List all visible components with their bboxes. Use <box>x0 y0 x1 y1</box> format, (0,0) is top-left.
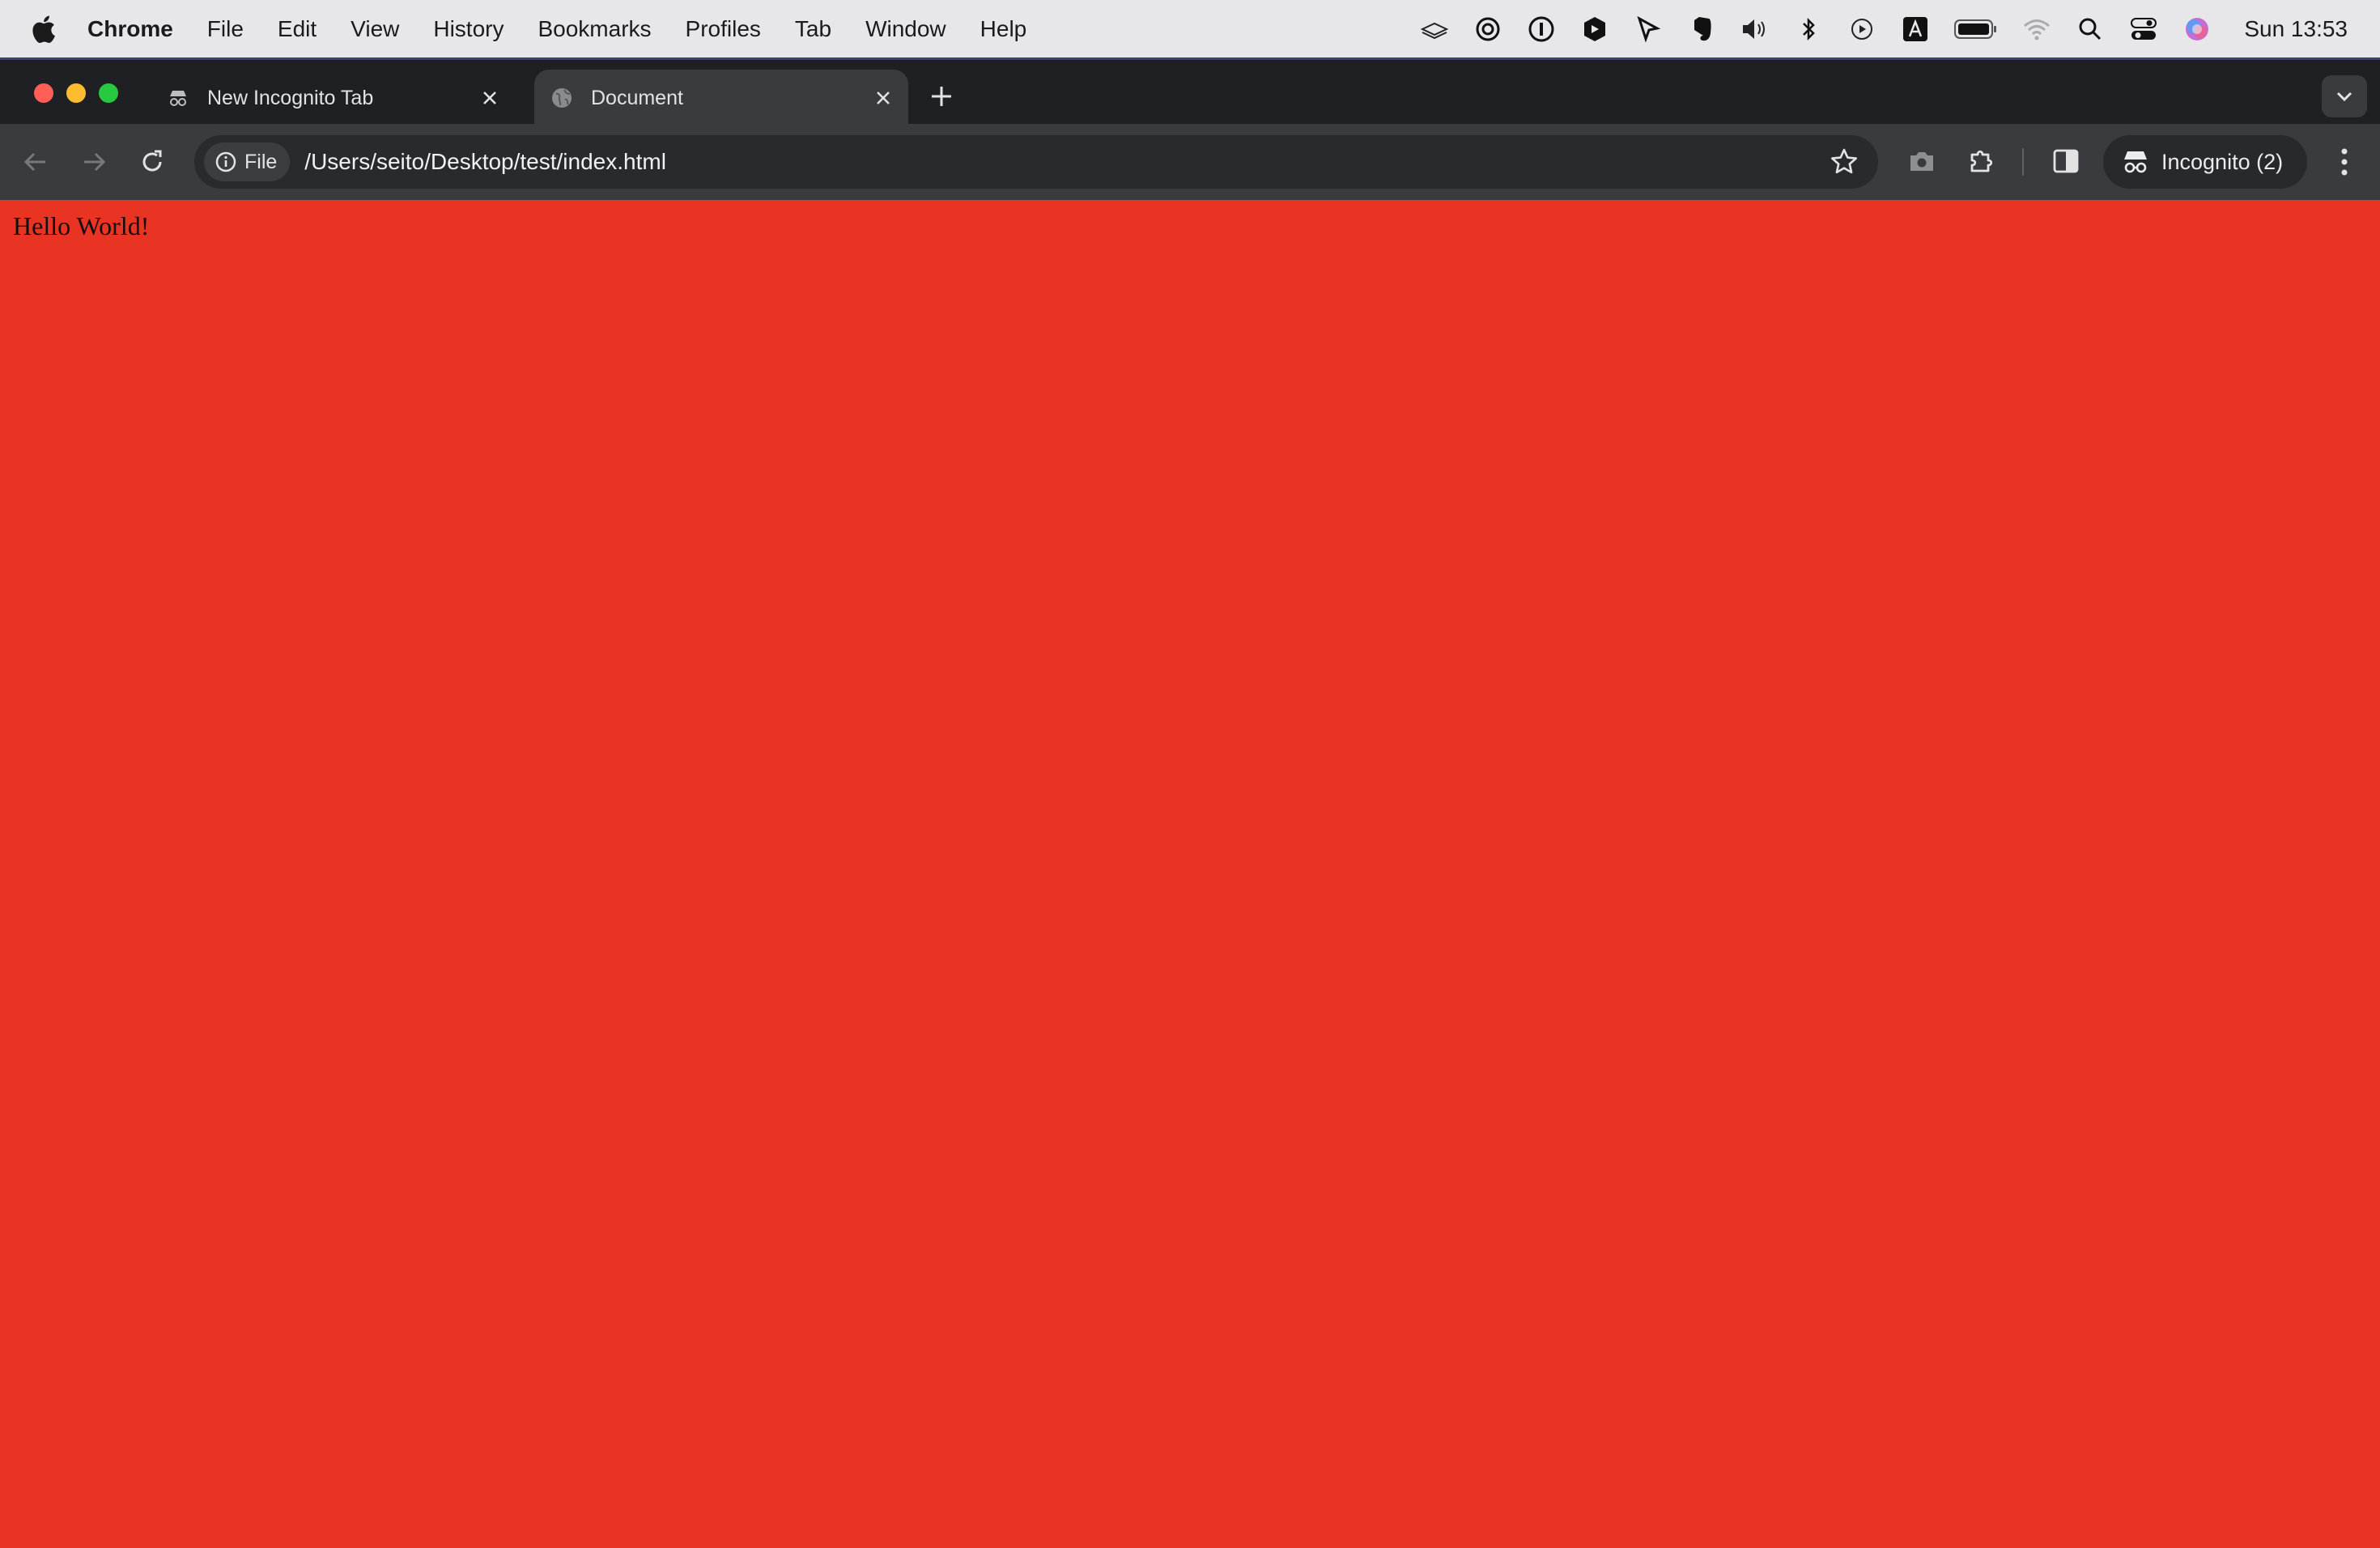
incognito-icon <box>170 91 186 106</box>
info-icon <box>215 151 236 172</box>
site-info-label: File <box>244 150 278 173</box>
window-close-button[interactable] <box>34 83 53 103</box>
arrow-right-icon <box>84 152 106 172</box>
menu-bookmarks[interactable]: Bookmarks <box>538 16 651 42</box>
screenshot-button[interactable] <box>1906 145 1938 177</box>
openai-icon[interactable] <box>1473 15 1502 44</box>
chevron-down-icon <box>2336 91 2352 102</box>
evernote-icon[interactable] <box>1687 15 1716 44</box>
extensions-button[interactable] <box>1966 145 1998 177</box>
battery-icon[interactable] <box>1954 15 1998 44</box>
layers-icon[interactable] <box>1420 15 1449 44</box>
tab-close-icon[interactable] <box>871 86 895 110</box>
tab-strip: New Incognito Tab Document <box>0 57 2380 126</box>
menu-file[interactable]: File <box>207 16 244 42</box>
address-bar[interactable]: File /Users/seito/Desktop/test/index.htm… <box>194 135 1878 189</box>
tab-document[interactable]: Document <box>534 70 908 126</box>
toolbar-divider <box>2022 148 2024 176</box>
reload-icon <box>142 150 162 172</box>
tab-search-button[interactable] <box>2322 75 2367 117</box>
reload-button[interactable] <box>136 146 168 178</box>
input-source-icon[interactable] <box>1901 15 1930 44</box>
site-info-chip[interactable]: File <box>204 142 291 181</box>
control-center-icon[interactable] <box>2129 15 2158 44</box>
menu-help[interactable]: Help <box>980 16 1027 42</box>
camera-icon <box>1910 152 1933 171</box>
url-text[interactable]: /Users/seito/Desktop/test/index.html <box>304 149 666 175</box>
wifi-icon[interactable] <box>2022 15 2051 44</box>
arrow-left-icon <box>23 152 45 172</box>
siri-icon[interactable] <box>2182 15 2212 44</box>
side-panel-button[interactable] <box>2050 145 2082 177</box>
macos-menu-bar: Chrome File Edit View History Bookmarks … <box>0 0 2380 57</box>
bookmark-star-icon[interactable] <box>1830 147 1859 176</box>
now-playing-icon[interactable] <box>1847 15 1876 44</box>
tab-close-icon[interactable] <box>478 86 502 110</box>
tab-title: New Incognito Tab <box>207 86 374 109</box>
page-text: Hello World! <box>13 211 150 240</box>
tab-new-incognito[interactable]: New Incognito Tab <box>159 70 515 126</box>
incognito-profile-button[interactable]: Incognito (2) <box>2103 135 2307 189</box>
cursor-tool-icon[interactable] <box>1634 15 1663 44</box>
menu-history[interactable]: History <box>433 16 504 42</box>
menu-profiles[interactable]: Profiles <box>686 16 761 42</box>
menu-tab[interactable]: Tab <box>795 16 831 42</box>
back-button[interactable] <box>19 146 52 178</box>
volume-icon[interactable] <box>1740 15 1770 44</box>
menu-edit[interactable]: Edit <box>278 16 317 42</box>
menu-app-chrome[interactable]: Chrome <box>87 16 173 42</box>
tab-title: Document <box>591 86 683 109</box>
apple-logo-icon[interactable] <box>29 14 57 45</box>
page-content: Hello World! <box>0 200 2380 1548</box>
window-zoom-button[interactable] <box>99 83 118 103</box>
app-shield-icon[interactable] <box>1580 15 1609 44</box>
incognito-icon <box>2124 151 2147 173</box>
bluetooth-icon[interactable] <box>1794 15 1823 44</box>
side-panel-icon <box>2053 149 2079 173</box>
window-minimize-button[interactable] <box>66 83 86 103</box>
menu-view[interactable]: View <box>351 16 399 42</box>
menubar-clock[interactable]: Sun 13:53 <box>2244 16 2348 42</box>
password-manager-icon[interactable] <box>1527 15 1556 44</box>
globe-icon <box>552 88 572 108</box>
forward-button[interactable] <box>78 146 110 178</box>
spotlight-search-icon[interactable] <box>2076 15 2105 44</box>
menu-window[interactable]: Window <box>865 16 946 42</box>
incognito-label: Incognito (2) <box>2161 149 2284 174</box>
more-menu-icon[interactable] <box>2328 145 2361 179</box>
puzzle-icon <box>1970 150 1993 172</box>
status-bar-icons: Sun 13:53 <box>1420 0 2348 57</box>
new-tab-plus-icon[interactable] <box>928 83 955 110</box>
browser-toolbar: File /Users/seito/Desktop/test/index.htm… <box>0 124 2380 200</box>
